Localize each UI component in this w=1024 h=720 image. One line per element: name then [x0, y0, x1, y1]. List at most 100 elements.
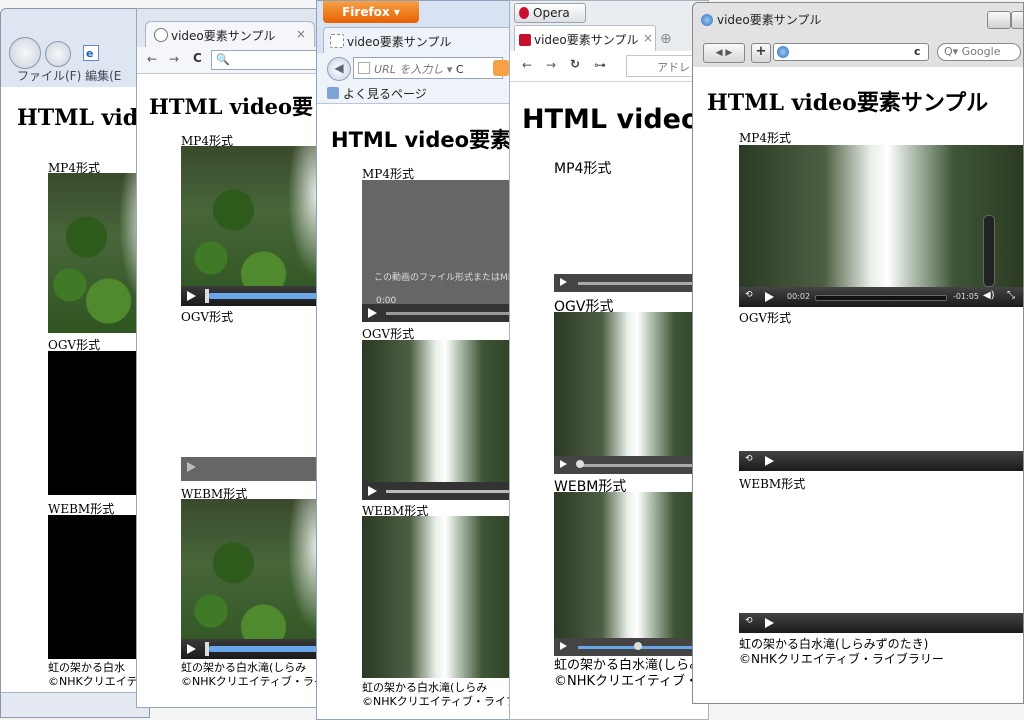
- video-caption: 虹の架かる白水滝(しらみ ©NHKクリエイティブ・ライブ: [362, 681, 515, 708]
- ogv-video-placeholder[interactable]: [181, 457, 325, 481]
- play-icon[interactable]: [187, 462, 196, 472]
- webm-video[interactable]: [48, 515, 149, 659]
- dropdown-icon[interactable]: ▾: [447, 63, 453, 76]
- firefox-app-button[interactable]: Firefox ▾: [323, 1, 419, 23]
- video-controls[interactable]: [554, 638, 708, 656]
- mp4-label: MP4形式: [739, 131, 791, 145]
- video-caption: 虹の架かる白水 ©NHKクリエイテ: [48, 661, 138, 688]
- ogv-video[interactable]: [554, 312, 708, 474]
- video-controls[interactable]: [181, 286, 325, 306]
- seek-bar[interactable]: [815, 295, 947, 301]
- add-bookmark-button[interactable]: +: [751, 43, 771, 63]
- play-icon[interactable]: [765, 456, 774, 466]
- new-tab-icon[interactable]: ⊕: [660, 31, 672, 47]
- reload-icon[interactable]: C: [456, 63, 464, 76]
- ogv-video[interactable]: [48, 351, 149, 495]
- mp4-video[interactable]: [48, 173, 149, 333]
- mp4-video-error[interactable]: この動画のファイル形式またはMIME 0:00: [362, 180, 515, 322]
- webm-video-controls[interactable]: ⟲: [739, 613, 1023, 633]
- seek-thumb[interactable]: [205, 289, 209, 303]
- bookmark-most-visited[interactable]: よく見るページ: [343, 85, 427, 102]
- firefox-tab[interactable]: video要素サンプル: [323, 27, 513, 53]
- video-controls[interactable]: [362, 304, 515, 322]
- back-arrow-icon[interactable]: ←: [147, 52, 157, 66]
- rss-icon[interactable]: [493, 60, 509, 76]
- ie-forward-button[interactable]: [45, 41, 71, 67]
- webm-video[interactable]: [554, 492, 708, 656]
- video-controls[interactable]: [554, 456, 708, 474]
- rewind-30-icon[interactable]: ⟲: [745, 616, 753, 626]
- seek-bar[interactable]: [578, 646, 708, 649]
- page-title: HTML video要素: [331, 128, 512, 152]
- opera-tab[interactable]: video要素サンプル ×: [514, 25, 656, 51]
- reload-icon[interactable]: ↻: [570, 57, 580, 71]
- key-icon[interactable]: ⊶: [594, 58, 606, 72]
- chrome-url-input[interactable]: 🔍: [211, 50, 321, 70]
- seek-bar[interactable]: [386, 490, 515, 493]
- ie-back-button[interactable]: [9, 37, 41, 69]
- volume-slider[interactable]: [983, 215, 995, 287]
- webm-video[interactable]: [181, 499, 325, 659]
- rewind-30-icon[interactable]: ⟲: [745, 290, 753, 300]
- seek-thumb[interactable]: [205, 642, 209, 656]
- tab-close-icon[interactable]: ×: [643, 31, 653, 45]
- forward-arrow-icon[interactable]: →: [169, 52, 179, 66]
- safari-search-input[interactable]: Q▾ Google: [937, 43, 1021, 61]
- chrome-tab[interactable]: video要素サンプル ×: [145, 21, 315, 47]
- seek-bar[interactable]: [578, 282, 708, 285]
- time-remaining: -01:05: [953, 292, 979, 301]
- opera-app-button[interactable]: Opera: [514, 3, 586, 23]
- minimize-button[interactable]: [987, 11, 1011, 29]
- mp4-video-controls[interactable]: [554, 274, 708, 292]
- play-icon[interactable]: [765, 618, 774, 628]
- firefox-window: Firefox ▾ video要素サンプル ◀ URL を入力し ▾ C よく見…: [316, 0, 516, 720]
- tab-close-icon[interactable]: ×: [296, 27, 306, 41]
- play-icon[interactable]: [368, 486, 377, 496]
- dropdown-icon: ▾: [393, 5, 400, 19]
- play-icon[interactable]: [368, 308, 377, 318]
- seek-thumb[interactable]: [634, 642, 642, 650]
- play-icon[interactable]: [187, 644, 196, 654]
- ie-window: e ファイル(F) 編集(E HTML vid MP4形式 OGV形式 WEBM…: [0, 8, 150, 718]
- mp4-video[interactable]: ⟲ 00:02 -01:05 ◀) ⤡: [739, 145, 1023, 307]
- fullscreen-icon[interactable]: ⤡: [1007, 290, 1015, 301]
- seek-bar[interactable]: [209, 293, 325, 299]
- safari-url-input[interactable]: c: [773, 43, 929, 61]
- mp4-video[interactable]: [181, 146, 325, 306]
- forward-arrow-icon[interactable]: →: [546, 58, 556, 72]
- back-arrow-icon[interactable]: ←: [522, 58, 532, 72]
- video-controls[interactable]: ⟲ 00:02 -01:05 ◀) ⤡: [739, 287, 1023, 307]
- volume-icon[interactable]: ◀): [983, 290, 995, 301]
- page-title: HTML video: [522, 104, 700, 135]
- page-title: HTML vid: [17, 105, 139, 131]
- back-forward-buttons[interactable]: ◀ ▶: [703, 43, 745, 63]
- play-icon[interactable]: [560, 278, 567, 286]
- page-icon: [519, 34, 531, 46]
- seek-bar[interactable]: [578, 464, 708, 467]
- ie-page-icon: e: [83, 45, 99, 61]
- rewind-30-icon[interactable]: ⟲: [745, 454, 753, 464]
- video-controls[interactable]: [362, 482, 515, 500]
- seek-bar[interactable]: [386, 312, 515, 315]
- play-icon[interactable]: [560, 642, 567, 650]
- seek-thumb[interactable]: [576, 460, 584, 468]
- video-error-message: この動画のファイル形式またはMIME: [374, 273, 515, 283]
- firefox-url-input[interactable]: URL を入力し ▾ C: [353, 57, 503, 79]
- play-icon[interactable]: [765, 292, 774, 302]
- webm-label: WEBM形式: [739, 477, 806, 491]
- back-button[interactable]: ◀: [327, 57, 351, 81]
- video-controls[interactable]: [181, 639, 325, 659]
- ie-menu-bar[interactable]: ファイル(F) 編集(E: [17, 67, 121, 84]
- ogv-video[interactable]: [362, 340, 515, 500]
- ie-content: HTML vid MP4形式 OGV形式 WEBM形式 虹の架かる白水 ©NHK…: [1, 87, 149, 693]
- play-icon[interactable]: [560, 460, 567, 468]
- maximize-button[interactable]: [1011, 11, 1023, 29]
- firefox-content: HTML video要素 MP4形式 この動画のファイル形式またはMIME 0:…: [317, 104, 515, 719]
- webm-video[interactable]: [362, 516, 515, 678]
- play-icon[interactable]: [187, 291, 196, 301]
- page-icon: [330, 34, 344, 48]
- reload-icon[interactable]: c: [914, 45, 921, 58]
- ogv-video-controls[interactable]: ⟲: [739, 451, 1023, 471]
- seek-bar[interactable]: [209, 646, 325, 652]
- reload-icon[interactable]: C: [193, 51, 202, 65]
